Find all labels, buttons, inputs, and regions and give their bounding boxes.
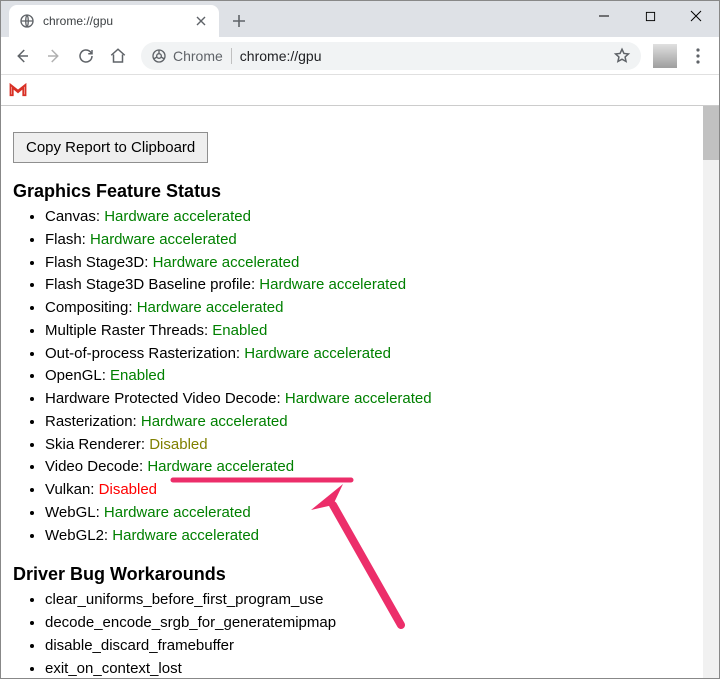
workaround-item: disable_discard_framebuffer: [45, 635, 703, 657]
feature-label: Video Decode:: [45, 458, 147, 475]
kebab-menu-icon[interactable]: [683, 41, 713, 71]
window-close-button[interactable]: [673, 1, 719, 31]
forward-button[interactable]: [39, 41, 69, 71]
scrollbar-thumb[interactable]: [703, 106, 719, 160]
window-controls: [581, 1, 719, 31]
feature-row: Skia Renderer: Disabled: [45, 434, 703, 456]
feature-label: OpenGL:: [45, 367, 110, 384]
feature-label: Skia Renderer:: [45, 436, 149, 453]
workaround-item: exit_on_context_lost: [45, 658, 703, 679]
feature-label: Flash:: [45, 231, 90, 248]
feature-value: Hardware accelerated: [153, 254, 300, 271]
feature-value: Disabled: [149, 436, 207, 453]
page-content: Copy Report to Clipboard Graphics Featur…: [1, 106, 703, 678]
feature-value: Hardware accelerated: [104, 208, 251, 225]
bookmarks-bar: [1, 75, 719, 105]
chrome-chip: Chrome: [151, 48, 223, 64]
feature-row: OpenGL: Enabled: [45, 365, 703, 387]
back-button[interactable]: [7, 41, 37, 71]
feature-label: Flash Stage3D Baseline profile:: [45, 276, 259, 293]
scrollbar-track[interactable]: [703, 106, 719, 678]
feature-label: Vulkan:: [45, 481, 99, 498]
heading-driver-workarounds: Driver Bug Workarounds: [13, 564, 703, 585]
feature-label: WebGL:: [45, 504, 104, 521]
feature-label: Compositing:: [45, 299, 137, 316]
close-icon[interactable]: [193, 13, 209, 29]
feature-row: Flash: Hardware accelerated: [45, 229, 703, 251]
feature-row: Vulkan: Disabled: [45, 479, 703, 501]
browser-tab[interactable]: chrome://gpu: [9, 5, 219, 37]
feature-value: Hardware accelerated: [285, 390, 432, 407]
feature-label: Canvas:: [45, 208, 104, 225]
url-text: chrome://gpu: [240, 48, 322, 64]
feature-value: Hardware accelerated: [112, 527, 259, 544]
workaround-item: decode_encode_srgb_for_generatemipmap: [45, 612, 703, 634]
separator: [231, 48, 232, 64]
reload-button[interactable]: [71, 41, 101, 71]
feature-value: Hardware accelerated: [90, 231, 237, 248]
feature-label: Rasterization:: [45, 413, 141, 430]
feature-row: Canvas: Hardware accelerated: [45, 206, 703, 228]
feature-row: Multiple Raster Threads: Enabled: [45, 320, 703, 342]
chrome-chip-label: Chrome: [173, 48, 223, 64]
tab-title: chrome://gpu: [43, 14, 187, 28]
copy-report-button[interactable]: Copy Report to Clipboard: [13, 132, 208, 163]
feature-value: Hardware accelerated: [141, 413, 288, 430]
address-bar[interactable]: Chrome chrome://gpu: [141, 42, 641, 70]
workarounds-list: clear_uniforms_before_first_program_used…: [17, 589, 703, 678]
new-tab-button[interactable]: [225, 7, 253, 35]
feature-label: Out-of-process Rasterization:: [45, 345, 244, 362]
feature-value: Hardware accelerated: [147, 458, 294, 475]
globe-icon: [19, 13, 35, 29]
bookmark-star-icon[interactable]: [613, 47, 631, 65]
feature-row: Video Decode: Hardware accelerated: [45, 456, 703, 478]
feature-row: Flash Stage3D Baseline profile: Hardware…: [45, 274, 703, 296]
feature-value: Disabled: [99, 481, 157, 498]
feature-value: Enabled: [212, 322, 267, 339]
feature-row: Out-of-process Rasterization: Hardware a…: [45, 343, 703, 365]
feature-value: Hardware accelerated: [244, 345, 391, 362]
minimize-button[interactable]: [581, 1, 627, 31]
feature-label: Multiple Raster Threads:: [45, 322, 212, 339]
feature-value: Hardware accelerated: [104, 504, 251, 521]
feature-label: Hardware Protected Video Decode:: [45, 390, 285, 407]
workaround-item: clear_uniforms_before_first_program_use: [45, 589, 703, 611]
heading-graphics-status: Graphics Feature Status: [13, 181, 703, 202]
feature-label: WebGL2:: [45, 527, 112, 544]
feature-value: Hardware accelerated: [259, 276, 406, 293]
maximize-button[interactable]: [627, 1, 673, 31]
feature-value: Hardware accelerated: [137, 299, 284, 316]
content-viewport: Copy Report to Clipboard Graphics Featur…: [1, 105, 719, 678]
features-list: Canvas: Hardware acceleratedFlash: Hardw…: [17, 206, 703, 546]
browser-toolbar: Chrome chrome://gpu: [1, 37, 719, 75]
feature-row: Rasterization: Hardware accelerated: [45, 411, 703, 433]
feature-value: Enabled: [110, 367, 165, 384]
feature-row: Compositing: Hardware accelerated: [45, 297, 703, 319]
profile-avatar[interactable]: [653, 44, 677, 68]
window-titlebar: chrome://gpu: [1, 1, 719, 37]
feature-row: Flash Stage3D: Hardware accelerated: [45, 252, 703, 274]
gmail-bookmark-icon[interactable]: [9, 81, 27, 99]
feature-row: WebGL2: Hardware accelerated: [45, 525, 703, 547]
feature-label: Flash Stage3D:: [45, 254, 153, 271]
feature-row: WebGL: Hardware accelerated: [45, 502, 703, 524]
home-button[interactable]: [103, 41, 133, 71]
feature-row: Hardware Protected Video Decode: Hardwar…: [45, 388, 703, 410]
